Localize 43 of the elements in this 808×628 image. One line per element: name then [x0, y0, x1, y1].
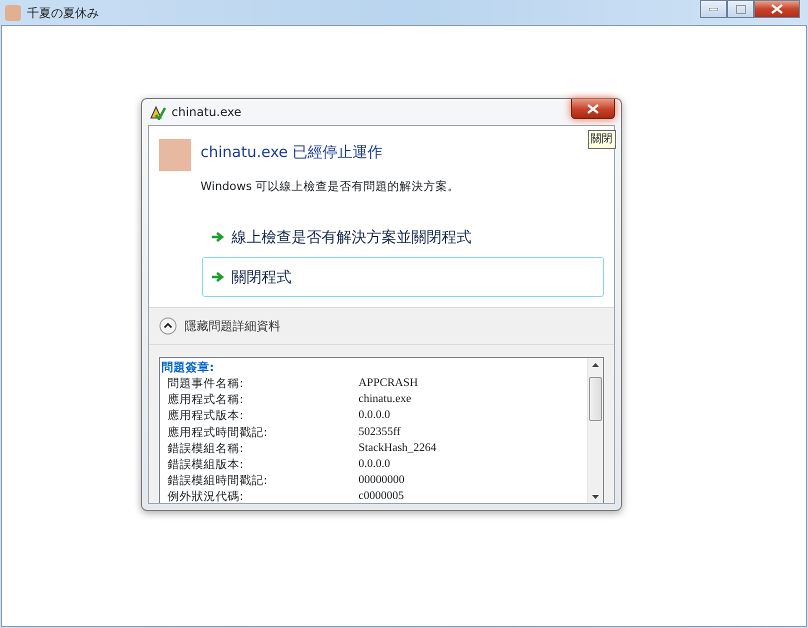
detail-label: 錯誤模組時間戳記: — [168, 472, 268, 488]
window-title: 千夏の夏休み — [27, 4, 99, 22]
detail-value: chinatu.exe — [358, 392, 412, 408]
scroll-up-icon[interactable] — [592, 363, 598, 368]
warning-check-icon — [150, 104, 166, 120]
detail-value: 00000000 — [358, 473, 404, 488]
detail-label: 錯誤模組名稱: — [168, 440, 244, 456]
minimize-button[interactable] — [700, 0, 727, 18]
arrow-icon — [210, 230, 224, 243]
details-toggle[interactable]: 隱藏問題詳細資料 — [148, 308, 614, 345]
close-button[interactable] — [754, 0, 800, 18]
command-link[interactable]: 線上檢查是否有解決方案並關閉程式 — [202, 216, 604, 257]
detail-value: 0.0.0.0 — [358, 456, 390, 472]
dialog-heading: chinatu.exe 已經停止運作 — [200, 142, 384, 163]
detail-label: 問題事件名稱: — [168, 374, 244, 392]
maximize-icon — [736, 4, 746, 14]
detail-label: 應用程式版本: — [168, 407, 244, 424]
command-link[interactable]: 關閉程式 — [202, 256, 604, 297]
detail-label: 例外狀況代碼: — [168, 488, 244, 503]
details-heading: 問題簽章: — [162, 358, 216, 375]
program-icon — [158, 139, 190, 171]
detail-value: APPCRASH — [358, 376, 418, 391]
close-icon — [586, 104, 598, 114]
detail-value: 502355ff — [358, 424, 400, 440]
detail-value: StackHash_2264 — [358, 440, 436, 456]
scrollbar[interactable] — [586, 358, 602, 503]
scroll-down-icon[interactable] — [592, 495, 598, 500]
detail-value: c0000005 — [358, 489, 404, 503]
detail-label: 應用程式時間戳記: — [168, 424, 268, 440]
tooltip: 關閉 — [588, 130, 616, 148]
detail-label: 應用程式名稱: — [168, 391, 244, 408]
maximize-button[interactable] — [727, 0, 754, 18]
dialog-title: chinatu.exe — [172, 104, 242, 121]
arrow-icon — [210, 270, 224, 283]
chevron-up-icon — [158, 316, 176, 335]
dialog-message: Windows 可以線上檢查是否有問題的解決方案。 — [200, 178, 460, 194]
scroll-thumb[interactable] — [588, 376, 602, 421]
detail-value: 0.0.0.0 — [358, 408, 390, 424]
close-icon — [771, 4, 783, 14]
minimize-icon — [709, 8, 718, 10]
app-icon — [5, 4, 21, 20]
detail-label: 錯誤模組版本: — [168, 456, 244, 472]
close-button[interactable] — [570, 99, 614, 119]
